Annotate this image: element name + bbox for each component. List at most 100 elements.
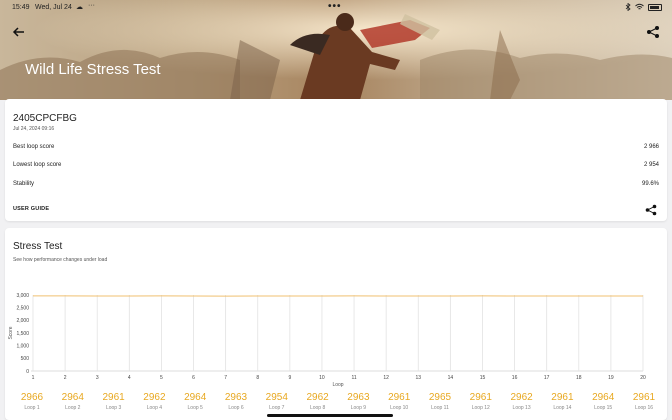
- cloud-icon: ☁: [76, 4, 83, 11]
- loop-score-value: 2961: [632, 392, 656, 403]
- back-button[interactable]: [12, 25, 28, 41]
- loop-score-value: 2965: [428, 392, 452, 403]
- y-tick-label: 1,000: [16, 343, 29, 349]
- loop-score-item[interactable]: 2961 Loop 14: [545, 392, 579, 411]
- stability-row: Stability 99.6%: [13, 181, 659, 187]
- loop-score-item[interactable]: 2966 Loop 1: [15, 392, 49, 411]
- loop-score-value: 2961: [388, 392, 411, 403]
- loop-score-label: Loop 12: [471, 405, 490, 411]
- wifi-icon: [635, 3, 644, 10]
- status-icons: [625, 3, 662, 11]
- device-summary-card: 2405CPCFBG Jul 24, 2024 09:16 Best loop …: [5, 99, 667, 221]
- loop-score-label: Loop 1: [24, 405, 40, 411]
- loop-score-item[interactable]: 2961 Loop 12: [464, 392, 498, 411]
- x-tick-label: 10: [319, 375, 325, 381]
- loop-score-label: Loop 15: [594, 405, 613, 411]
- loop-score-label: Loop 16: [634, 405, 654, 411]
- y-tick-label: 2,500: [16, 305, 29, 311]
- loop-score-value: 2961: [551, 392, 574, 403]
- loop-score-item[interactable]: 2964 Loop 5: [178, 392, 212, 411]
- best-loop-label: Best loop score: [13, 144, 55, 150]
- x-tick-label: 14: [448, 375, 454, 381]
- loop-score-item[interactable]: 2961 Loop 16: [627, 392, 661, 411]
- lowest-loop-value: 2 954: [643, 162, 659, 168]
- stress-test-card: Stress Test See how performance changes …: [5, 228, 667, 420]
- loop-score-value: 2961: [102, 392, 125, 403]
- loop-score-value: 2962: [143, 392, 166, 403]
- x-tick-label: 15: [480, 375, 486, 381]
- loop-score-item[interactable]: 2964 Loop 15: [586, 392, 620, 411]
- home-indicator[interactable]: [267, 414, 393, 417]
- loop-score-item[interactable]: 2963 Loop 9: [341, 392, 375, 411]
- x-tick-label: 9: [288, 375, 291, 381]
- loop-score-label: Loop 14: [553, 405, 572, 411]
- y-axis-label: Score: [8, 326, 14, 339]
- x-tick-label: 13: [415, 375, 421, 381]
- share-icon: [645, 204, 657, 216]
- status-date: Wed, Jul 24: [35, 4, 72, 11]
- loop-score-item[interactable]: 2964 Loop 2: [56, 392, 90, 411]
- loop-score-value: 2954: [265, 392, 288, 403]
- loop-score-label: Loop 8: [309, 405, 326, 411]
- loop-score-label: Loop 2: [65, 405, 81, 411]
- x-tick-label: 5: [160, 375, 163, 381]
- stress-chart: 05001,0001,5002,0002,5003,000 1234567891…: [8, 293, 646, 388]
- loop-score-item[interactable]: 2965 Loop 11: [423, 392, 457, 411]
- loop-score-value: 2963: [224, 392, 248, 403]
- loop-score-item[interactable]: 2962 Loop 13: [505, 392, 539, 411]
- y-tick-label: 0: [26, 369, 29, 375]
- y-tick-label: 3,000: [16, 293, 29, 299]
- x-tick-label: 19: [608, 375, 614, 381]
- x-axis-label: Loop: [332, 382, 343, 388]
- loop-score-item[interactable]: 2961 Loop 3: [97, 392, 131, 411]
- loop-score-label: Loop 10: [390, 405, 409, 411]
- loop-score-item[interactable]: 2954 Loop 7: [260, 392, 294, 411]
- more-notifications-icon: ···: [88, 2, 95, 9]
- loop-score-item[interactable]: 2963 Loop 6: [219, 392, 253, 411]
- loop-score-label: Loop 5: [187, 405, 203, 411]
- multitask-dots[interactable]: •••: [328, 1, 342, 12]
- user-guide-link[interactable]: USER GUIDE: [13, 206, 49, 212]
- x-tick-label: 7: [224, 375, 227, 381]
- x-tick-label: 1: [32, 375, 35, 381]
- loop-score-value: 2964: [61, 392, 84, 403]
- loop-score-label: Loop 3: [105, 405, 122, 411]
- y-tick-label: 2,000: [16, 318, 29, 324]
- loop-score-value: 2964: [592, 392, 615, 403]
- status-time: 15:49: [12, 4, 30, 11]
- loop-score-value: 2966: [20, 392, 44, 403]
- loop-score-label: Loop 13: [512, 405, 531, 411]
- x-tick-label: 16: [512, 375, 518, 381]
- x-tick-label: 18: [576, 375, 582, 381]
- loop-score-label: Loop 4: [146, 405, 163, 411]
- lowest-loop-row: Lowest loop score 2 954: [13, 162, 659, 168]
- loop-score-label: Loop 9: [350, 405, 367, 411]
- y-tick-label: 500: [21, 356, 30, 362]
- x-tick-label: 6: [192, 375, 195, 381]
- share-result-button[interactable]: [645, 203, 657, 216]
- loop-score-value: 2961: [469, 392, 492, 403]
- loop-score-item[interactable]: 2962 Loop 8: [301, 392, 335, 411]
- loop-score-label: Loop 7: [269, 405, 285, 411]
- x-tick-label: 12: [383, 375, 389, 381]
- stability-label: Stability: [13, 181, 35, 187]
- loop-score-value: 2962: [510, 392, 533, 403]
- share-icon: [647, 26, 659, 38]
- loop-score-item[interactable]: 2962 Loop 4: [137, 392, 171, 411]
- bluetooth-icon: [625, 3, 631, 11]
- loop-score-value: 2964: [184, 392, 207, 403]
- loop-score-value: 2963: [347, 392, 370, 403]
- arrow-left-icon: [12, 27, 24, 37]
- best-loop-value: 2 966: [643, 144, 659, 150]
- loop-score-label: Loop 6: [228, 405, 244, 411]
- test-date: Jul 24, 2024 09:16: [13, 126, 55, 132]
- x-tick-label: 3: [96, 375, 99, 381]
- hero-banner: 15:49 Wed, Jul 24 ☁ ··· ••• Wild Life St…: [0, 0, 672, 100]
- x-tick-label: 17: [544, 375, 550, 381]
- x-tick-label: 2: [64, 375, 67, 381]
- loop-score-item[interactable]: 2961 Loop 10: [382, 392, 416, 411]
- share-button[interactable]: [646, 25, 660, 39]
- lowest-loop-label: Lowest loop score: [13, 162, 62, 168]
- x-tick-label: 4: [128, 375, 131, 381]
- loop-score-value: 2962: [306, 392, 329, 403]
